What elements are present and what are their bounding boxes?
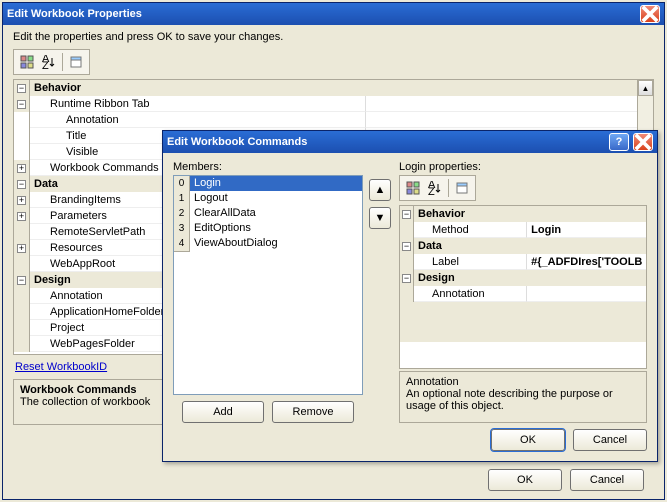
inner-titlebar[interactable]: Edit Workbook Commands ? bbox=[163, 131, 657, 153]
prop-method-value[interactable]: Login bbox=[527, 222, 646, 238]
expand-icon[interactable]: + bbox=[17, 244, 26, 253]
mg-cat-behavior: Behavior bbox=[414, 206, 646, 222]
collapse-icon[interactable]: − bbox=[402, 210, 411, 219]
expand-icon[interactable]: + bbox=[17, 196, 26, 205]
member-item-logout[interactable]: 1Logout bbox=[174, 191, 362, 206]
close-icon bbox=[641, 5, 659, 23]
login-property-grid[interactable]: −Behavior MethodLogin −Data Label#{_ADFD… bbox=[399, 205, 647, 369]
parent-close-button[interactable] bbox=[640, 5, 660, 23]
edit-workbook-commands-dialog: Edit Workbook Commands ? Members: 0Login… bbox=[162, 130, 658, 462]
expand-icon[interactable]: + bbox=[17, 212, 26, 221]
alphabetical-button[interactable]: AZ bbox=[425, 178, 445, 198]
reset-workbook-id-link[interactable]: Reset WorkbookID bbox=[15, 361, 107, 373]
collapse-icon[interactable]: − bbox=[402, 242, 411, 251]
parent-titlebar[interactable]: Edit Workbook Properties bbox=[3, 3, 664, 25]
parent-cancel-button[interactable]: Cancel bbox=[570, 469, 644, 491]
collapse-icon[interactable]: − bbox=[402, 274, 411, 283]
member-item-login[interactable]: 0Login bbox=[174, 176, 362, 191]
arrow-up-icon: ▲ bbox=[375, 184, 386, 196]
inner-help-button[interactable]: ? bbox=[609, 133, 629, 151]
inner-desc-title: Annotation bbox=[406, 376, 640, 388]
alphabetical-button[interactable]: AZ bbox=[39, 52, 59, 72]
collapse-icon[interactable]: − bbox=[17, 180, 26, 189]
collapse-icon[interactable]: − bbox=[17, 100, 26, 109]
member-item-clearalldata[interactable]: 2ClearAllData bbox=[174, 206, 362, 221]
inner-desc-body: An optional note describing the purpose … bbox=[406, 388, 640, 412]
property-pages-button[interactable] bbox=[66, 52, 86, 72]
scroll-up-icon[interactable]: ▲ bbox=[638, 80, 653, 96]
prop-inner-annotation-value[interactable] bbox=[527, 286, 646, 302]
prop-inner-annotation[interactable]: Annotation bbox=[414, 286, 527, 302]
mg-cat-design: Design bbox=[414, 270, 646, 286]
inner-grid-toolbar: AZ bbox=[399, 175, 476, 201]
prop-label[interactable]: Label bbox=[414, 254, 527, 270]
svg-text:Z: Z bbox=[428, 186, 435, 195]
inner-close-button[interactable] bbox=[633, 133, 653, 151]
inner-cancel-button[interactable]: Cancel bbox=[573, 429, 647, 451]
parent-title: Edit Workbook Properties bbox=[7, 8, 636, 20]
collapse-icon[interactable]: − bbox=[17, 276, 26, 285]
login-properties-label: Login properties: bbox=[399, 161, 647, 173]
prop-label-value[interactable]: #{_ADFDIres['TOOLB bbox=[527, 254, 646, 270]
add-button[interactable]: Add bbox=[182, 401, 264, 423]
prop-runtime-ribbon-tab[interactable]: Runtime Ribbon Tab bbox=[30, 96, 366, 112]
members-listbox[interactable]: 0Login 1Logout 2ClearAllData 3EditOption… bbox=[173, 175, 363, 395]
arrow-down-icon: ▼ bbox=[375, 212, 386, 224]
collapse-icon[interactable]: − bbox=[17, 84, 26, 93]
close-icon bbox=[634, 133, 652, 151]
mg-cat-data: Data bbox=[414, 238, 646, 254]
inner-description-panel: Annotation An optional note describing t… bbox=[399, 371, 647, 423]
inner-title: Edit Workbook Commands bbox=[167, 136, 605, 148]
help-icon: ? bbox=[616, 136, 623, 148]
inner-button-row: OK Cancel bbox=[163, 429, 647, 451]
member-item-viewaboutdialog[interactable]: 4ViewAboutDialog bbox=[174, 236, 362, 251]
move-up-button[interactable]: ▲ bbox=[369, 179, 391, 201]
categorized-button[interactable] bbox=[17, 52, 37, 72]
parent-grid-toolbar: AZ bbox=[13, 49, 90, 75]
categorized-button[interactable] bbox=[403, 178, 423, 198]
move-down-button[interactable]: ▼ bbox=[369, 207, 391, 229]
instruction-text: Edit the properties and press OK to save… bbox=[13, 31, 654, 43]
expand-icon[interactable]: + bbox=[17, 164, 26, 173]
svg-text:Z: Z bbox=[42, 60, 49, 69]
inner-ok-button[interactable]: OK bbox=[491, 429, 565, 451]
member-item-editoptions[interactable]: 3EditOptions bbox=[174, 221, 362, 236]
remove-button[interactable]: Remove bbox=[272, 401, 354, 423]
prop-annotation[interactable]: Annotation bbox=[30, 112, 366, 128]
members-label: Members: bbox=[173, 161, 363, 173]
parent-ok-button[interactable]: OK bbox=[488, 469, 562, 491]
category-behavior: Behavior bbox=[30, 80, 637, 96]
prop-method[interactable]: Method bbox=[414, 222, 527, 238]
property-pages-button[interactable] bbox=[452, 178, 472, 198]
parent-button-row: OK Cancel bbox=[488, 469, 644, 491]
